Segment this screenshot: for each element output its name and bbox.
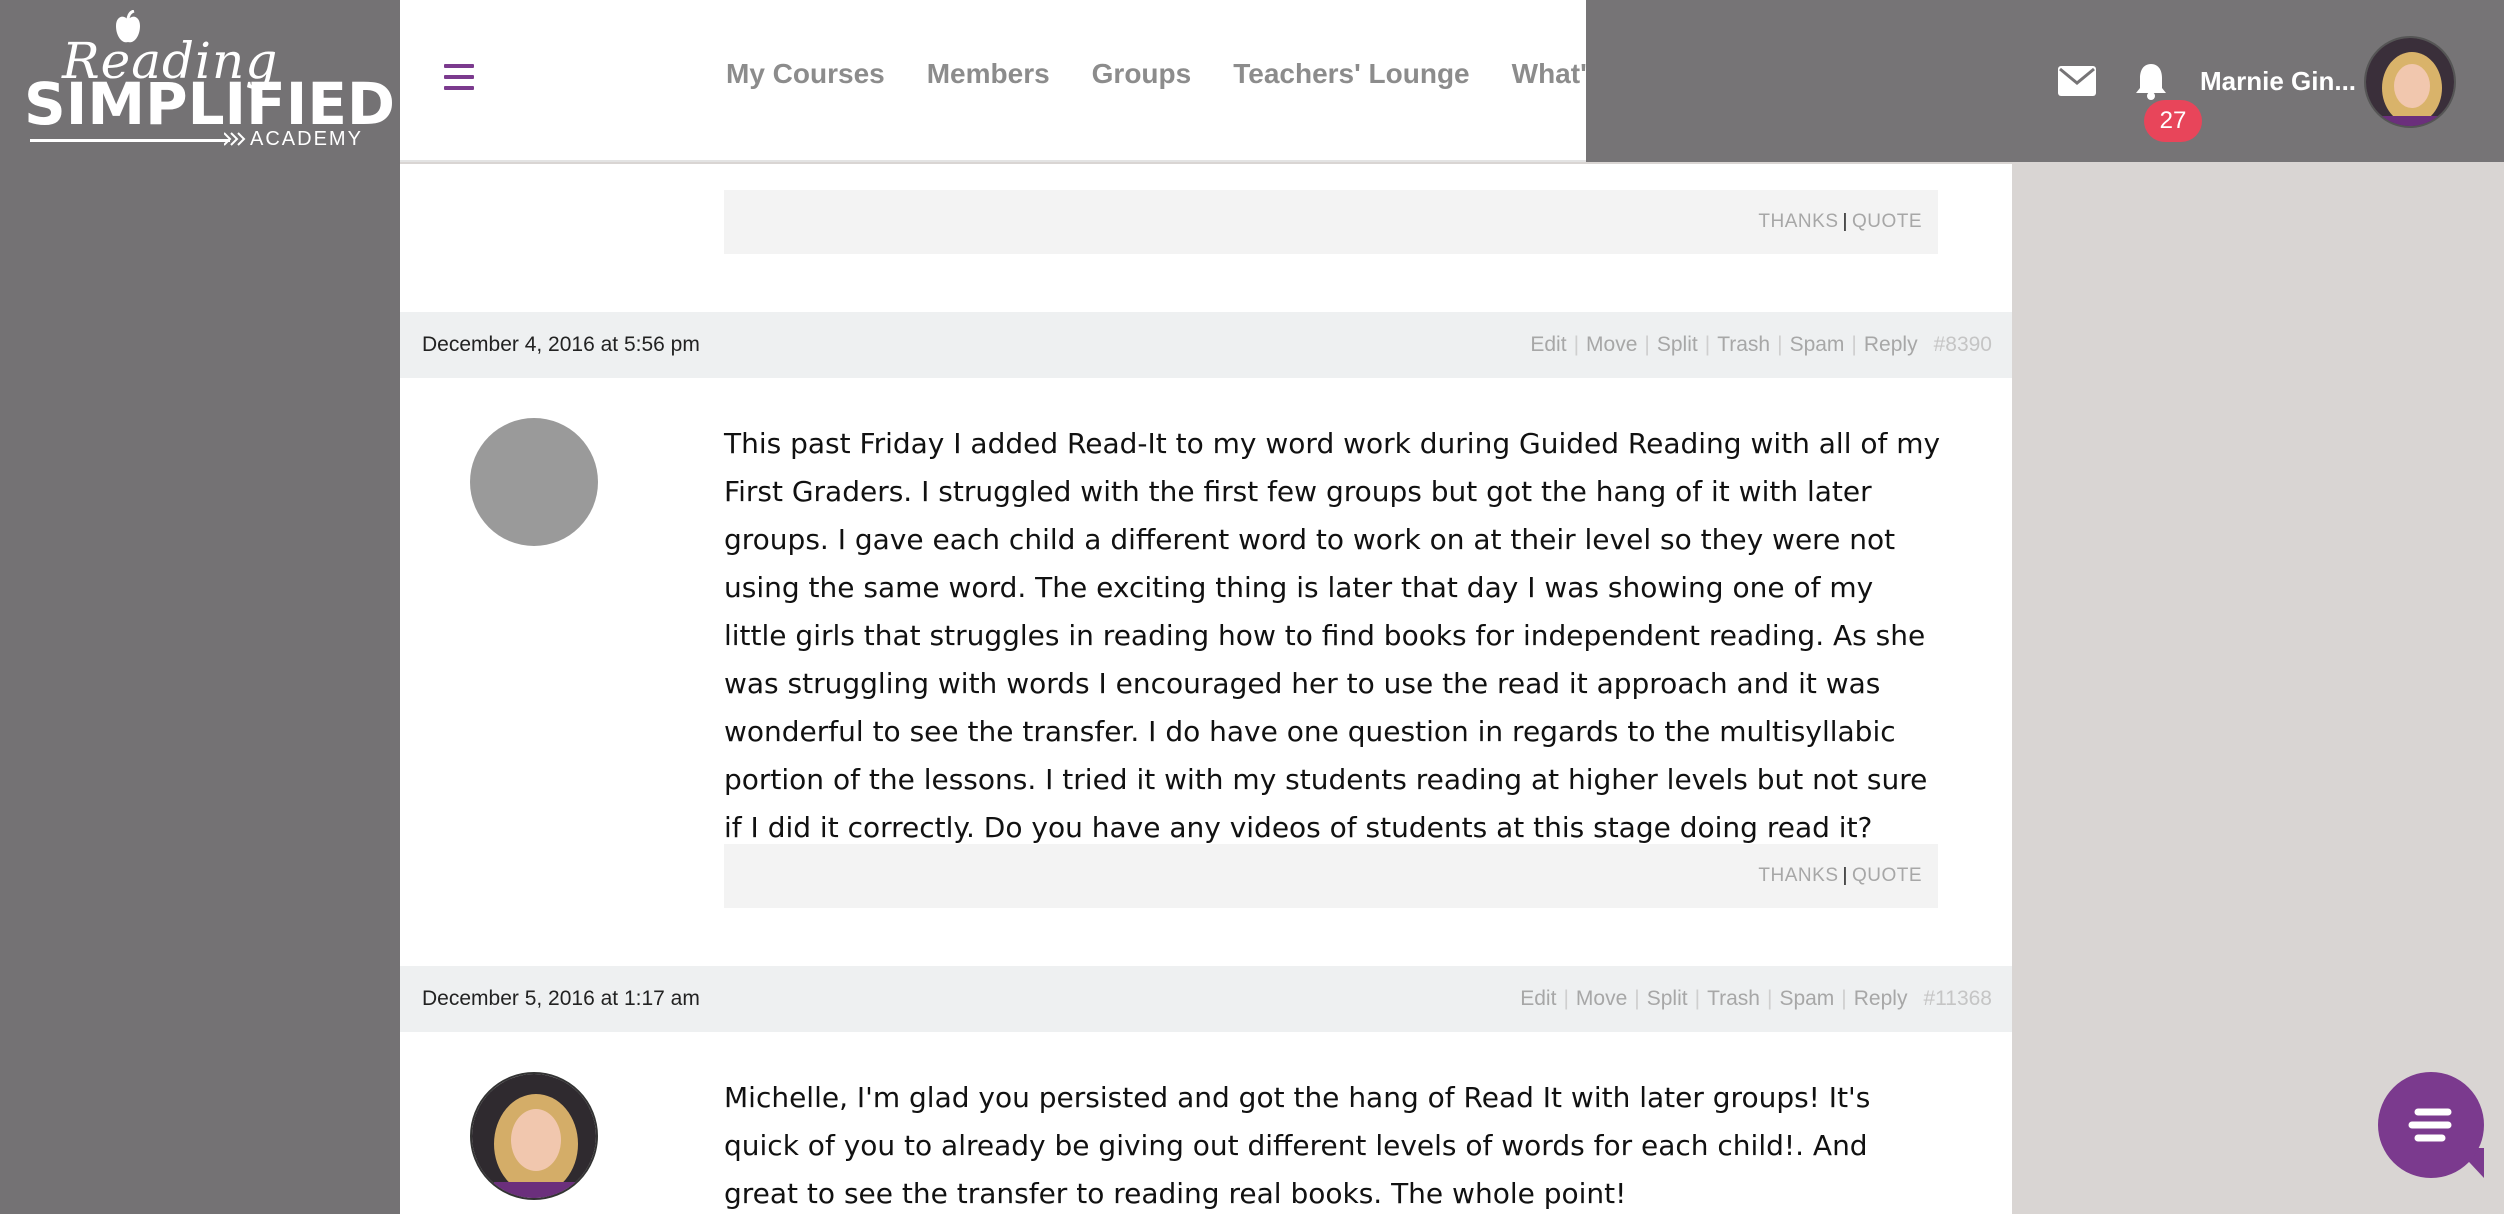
reply-date: December 4, 2016 at 5:56 pm [422,333,700,356]
reply-header: December 5, 2016 at 1:17 am Edit | Move | … [400,966,2012,1032]
footer-separator: | [1842,865,1848,886]
reply-actions: Edit | Move | Split | Trash | Spam | Reply #1… [1520,987,1992,1011]
reply-link[interactable]: Reply [1864,333,1918,357]
main-nav: My Courses Members Groups Teachers' Loun… [726,58,1668,90]
reply-link[interactable]: Reply [1854,987,1908,1011]
author-avatar[interactable] [470,1072,598,1200]
chevrons-icon [224,132,246,146]
chat-icon [2408,1108,2452,1142]
footer-separator: | [1842,211,1848,232]
author-avatar-image [472,1074,596,1198]
post-body: This past Friday I added Read-It to my w… [724,427,1941,844]
post-body: Michelle, I'm glad you persisted and got… [724,1081,1871,1210]
reply-header: December 4, 2016 at 5:56 pm Edit | Move | … [400,312,2012,378]
logo-academy-text: ACADEMY [250,128,363,150]
author-avatar[interactable] [470,418,598,546]
quote-link[interactable]: QUOTE [1852,211,1922,233]
edit-link[interactable]: Edit [1520,987,1556,1011]
notification-badge[interactable]: 27 [2144,100,2202,142]
spam-link[interactable]: Spam [1779,987,1834,1011]
user-name[interactable]: Marnie Gin... [2200,66,2356,97]
thanks-link[interactable]: THANKS [1758,865,1838,887]
move-link[interactable]: Move [1586,333,1637,357]
trash-link[interactable]: Trash [1717,333,1770,357]
reply-date: December 5, 2016 at 1:17 am [422,987,700,1010]
post-footer-bar: THANKS | QUOTE [724,844,1938,908]
edit-link[interactable]: Edit [1530,333,1566,357]
mail-icon[interactable] [2058,66,2096,96]
reply-actions: Edit | Move | Split | Trash | Spam | Reply #8… [1530,333,1992,357]
nav-groups[interactable]: Groups [1092,58,1192,90]
trash-link[interactable]: Trash [1707,987,1760,1011]
move-link[interactable]: Move [1576,987,1627,1011]
split-link[interactable]: Split [1657,333,1698,357]
nav-members[interactable]: Members [927,58,1050,90]
quote-link[interactable]: QUOTE [1852,865,1922,887]
forum-content: THANKS | QUOTE December 4, 2016 at 5:56 … [400,164,2012,1214]
site-logo[interactable]: Reading SIMPLIFIED ACADEMY [24,6,395,151]
chat-button[interactable] [2378,1072,2484,1178]
bell-icon[interactable] [2134,62,2168,100]
user-avatar-image [2366,38,2454,126]
nav-teachers-lounge[interactable]: Teachers' Lounge [1233,58,1469,90]
thanks-link[interactable]: THANKS [1758,211,1838,233]
left-rail: Reading SIMPLIFIED ACADEMY [0,0,400,1214]
post-id-link[interactable]: #11368 [1923,987,1992,1011]
split-link[interactable]: Split [1647,987,1688,1011]
nav-my-courses[interactable]: My Courses [726,58,885,90]
post-id-link[interactable]: #8390 [1934,333,1992,357]
logo-underline [30,139,230,142]
user-area: 27 Marnie Gin... [1586,0,2504,162]
hamburger-menu-icon[interactable] [444,64,474,90]
user-avatar[interactable] [2364,36,2456,128]
spam-link[interactable]: Spam [1790,333,1845,357]
post-footer-bar: THANKS | QUOTE [724,190,1938,254]
